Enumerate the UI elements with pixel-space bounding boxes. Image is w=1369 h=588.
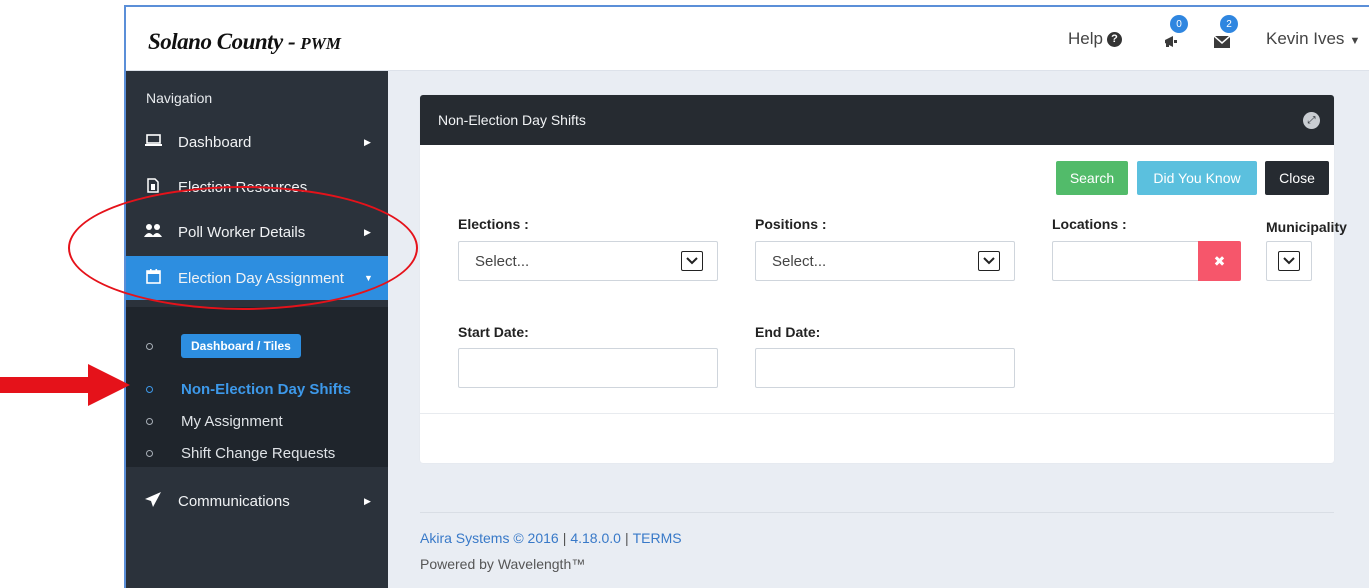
annotation-arrow-icon <box>0 364 130 406</box>
bullet-icon <box>146 385 153 393</box>
panel-divider <box>420 413 1334 414</box>
brand-logo[interactable]: Solano County - PWM <box>148 29 341 55</box>
sidebar-item-label: Election Resources <box>178 178 308 196</box>
help-link[interactable]: Help ? <box>1068 29 1122 49</box>
users-icon <box>144 223 162 242</box>
footer-separator: | <box>562 530 567 546</box>
submenu-item-label: My Assignment <box>181 412 283 430</box>
sidebar-item-label: Communications <box>178 492 290 510</box>
end-date-input[interactable] <box>755 348 1015 388</box>
announcements-count-badge: 0 <box>1170 15 1188 33</box>
messages-button[interactable]: 2 <box>1210 15 1238 53</box>
brand-main: Solano County <box>148 29 283 54</box>
caret-right-icon: ▶ <box>364 226 371 237</box>
laptop-icon <box>144 133 162 151</box>
footer-links: Akira Systems © 2016 | 4.18.0.0 | TERMS <box>420 530 682 546</box>
chevron-down-icon <box>978 251 1000 271</box>
elections-label: Elections : <box>458 216 529 232</box>
submenu-item-label: Shift Change Requests <box>181 444 336 462</box>
sidebar: Navigation Dashboard ▶ Election Resource… <box>126 71 388 588</box>
sidebar-item-label: Election Day Assignment <box>178 269 344 287</box>
end-date-label: End Date: <box>755 324 821 340</box>
top-header: Solano County - PWM Help ? 0 2 Kevin Ive… <box>126 7 1369 71</box>
caret-right-icon: ▶ <box>364 136 371 147</box>
sidebar-item-election-day-assignment[interactable]: Election Day Assignment ▼ <box>126 256 388 300</box>
terms-link[interactable]: TERMS <box>633 530 682 546</box>
sidebar-heading: Navigation <box>146 90 213 106</box>
sidebar-item-communications[interactable]: Communications ▶ <box>126 479 388 523</box>
footer-divider <box>420 512 1334 513</box>
version-link[interactable]: 4.18.0.0 <box>570 530 621 546</box>
sidebar-item-election-resources[interactable]: Election Resources <box>126 165 388 209</box>
positions-select[interactable]: Select... <box>755 241 1015 281</box>
positions-select-value: Select... <box>772 253 827 270</box>
user-name: Kevin Ives <box>1266 29 1345 48</box>
bullet-icon <box>146 449 153 457</box>
submenu-item-shift-change-requests[interactable]: Shift Change Requests <box>126 438 388 468</box>
sidebar-item-label: Dashboard <box>178 133 252 151</box>
messages-count-badge: 2 <box>1220 15 1238 33</box>
paper-plane-icon <box>144 491 162 511</box>
app-window: Solano County - PWM Help ? 0 2 Kevin Ive… <box>124 5 1369 588</box>
times-icon: ✖ <box>1213 252 1226 269</box>
submenu-election-day-assignment: Dashboard / Tiles Non-Election Day Shift… <box>126 307 388 467</box>
copyright-link[interactable]: Akira Systems © 2016 <box>420 530 559 546</box>
footer-separator: | <box>624 530 629 546</box>
expand-icon[interactable]: ⤢ <box>1303 112 1320 129</box>
document-icon <box>144 177 162 197</box>
positions-label: Positions : <box>755 216 827 232</box>
submenu-item-label: Non-Election Day Shifts <box>181 380 352 398</box>
megaphone-icon <box>1164 35 1180 51</box>
shifts-panel: Non-Election Day Shifts ⤢ Search Did You… <box>420 95 1347 463</box>
submenu-item-my-assignment[interactable]: My Assignment <box>126 406 388 436</box>
sidebar-item-label: Poll Worker Details <box>178 223 306 241</box>
panel-title: Non-Election Day Shifts <box>438 112 586 128</box>
clear-locations-button[interactable]: ✖ <box>1198 241 1241 281</box>
elections-select[interactable]: Select... <box>458 241 718 281</box>
submenu-item-non-election-day-shifts[interactable]: Non-Election Day Shifts <box>126 374 388 404</box>
panel-header: Non-Election Day Shifts ⤢ <box>420 95 1334 145</box>
elections-select-value: Select... <box>475 253 530 270</box>
chevron-down-icon <box>681 251 703 271</box>
user-menu[interactable]: Kevin Ives ▼ <box>1266 29 1360 49</box>
brand-sub: PWM <box>300 34 342 53</box>
start-date-label: Start Date: <box>458 324 529 340</box>
start-date-input[interactable] <box>458 348 718 388</box>
caret-down-icon: ▼ <box>364 273 373 283</box>
close-button[interactable]: Close <box>1265 161 1329 195</box>
municipality-select[interactable] <box>1266 241 1312 281</box>
envelope-icon <box>1213 35 1231 51</box>
locations-input[interactable] <box>1052 241 1199 281</box>
locations-label: Locations : <box>1052 216 1127 232</box>
bullet-icon <box>146 342 153 350</box>
caret-down-icon: ▼ <box>1346 35 1361 47</box>
chevron-down-icon <box>1278 251 1300 271</box>
question-circle-icon: ? <box>1106 31 1122 47</box>
submenu-item-dashboard-tiles[interactable]: Dashboard / Tiles <box>126 331 388 361</box>
help-label: Help <box>1068 29 1103 48</box>
dashboard-tiles-pill: Dashboard / Tiles <box>181 334 301 358</box>
powered-by-text: Powered by Wavelength™ <box>420 556 586 572</box>
brand-separator: - <box>282 29 301 54</box>
calendar-icon <box>144 268 162 288</box>
search-button[interactable]: Search <box>1056 161 1128 195</box>
sidebar-item-poll-worker-details[interactable]: Poll Worker Details ▶ <box>126 210 388 254</box>
announcements-button[interactable]: 0 <box>1160 15 1188 53</box>
municipality-label: Municipality <box>1266 219 1347 235</box>
did-you-know-button[interactable]: Did You Know <box>1137 161 1257 195</box>
bullet-icon <box>146 417 153 425</box>
sidebar-item-dashboard[interactable]: Dashboard ▶ <box>126 120 388 164</box>
caret-right-icon: ▶ <box>364 495 371 506</box>
